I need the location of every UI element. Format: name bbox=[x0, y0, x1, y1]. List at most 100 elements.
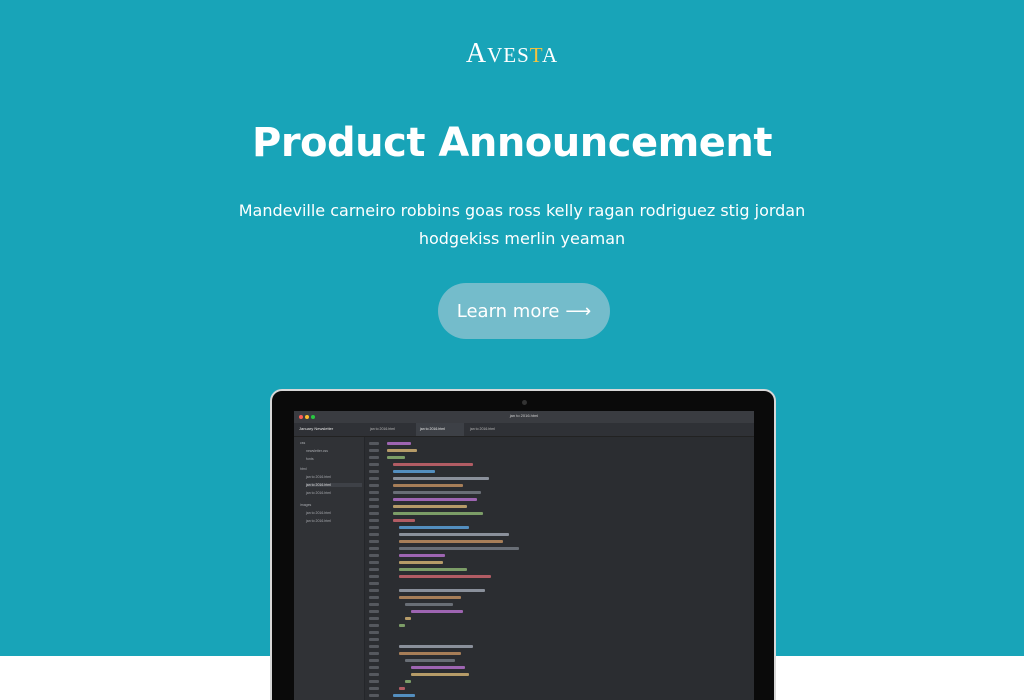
code-line bbox=[399, 540, 503, 543]
code-line bbox=[393, 512, 483, 515]
line-number bbox=[369, 519, 379, 522]
editor-window-title: jan to 2016.html bbox=[509, 413, 539, 418]
logo-accent-letter: T bbox=[529, 43, 542, 67]
line-number bbox=[369, 456, 379, 459]
code-line bbox=[399, 568, 467, 571]
code-line bbox=[393, 505, 467, 508]
line-number bbox=[369, 505, 379, 508]
camera-icon bbox=[522, 400, 527, 405]
code-line bbox=[399, 575, 491, 578]
sidebar-folder[interactable]: css bbox=[300, 441, 305, 445]
sidebar-file[interactable]: jan to 2016.html bbox=[306, 475, 331, 479]
line-number bbox=[369, 694, 379, 697]
code-line bbox=[399, 645, 473, 648]
code-editor[interactable] bbox=[365, 437, 754, 700]
sidebar-folder[interactable]: html bbox=[300, 467, 307, 471]
code-line bbox=[393, 463, 473, 466]
sidebar-file-selected[interactable]: jan to 2016.html bbox=[306, 483, 362, 487]
line-number bbox=[369, 666, 379, 669]
line-number bbox=[369, 582, 379, 585]
code-line bbox=[393, 470, 435, 473]
line-number bbox=[369, 512, 379, 515]
code-line bbox=[405, 603, 453, 606]
line-number bbox=[369, 680, 379, 683]
line-number bbox=[369, 477, 379, 480]
code-line bbox=[405, 617, 411, 620]
code-line bbox=[399, 589, 485, 592]
line-number bbox=[369, 498, 379, 501]
code-line bbox=[387, 449, 417, 452]
line-number bbox=[369, 575, 379, 578]
line-number bbox=[369, 631, 379, 634]
code-line bbox=[393, 484, 463, 487]
code-line bbox=[393, 477, 489, 480]
code-line bbox=[411, 673, 469, 676]
line-number bbox=[369, 547, 379, 550]
line-number bbox=[369, 484, 379, 487]
editor-tabbar: January Newsletter jan to 2016.html jan … bbox=[294, 423, 754, 437]
line-number bbox=[369, 673, 379, 676]
code-line bbox=[405, 680, 411, 683]
arrow-right-icon: ⟶ bbox=[565, 300, 592, 322]
file-sidebar: css newsletter.css fonts html jan to 201… bbox=[294, 437, 365, 700]
line-number bbox=[369, 617, 379, 620]
line-number bbox=[369, 442, 379, 445]
laptop-screen: jan to 2016.html January Newsletter jan … bbox=[294, 411, 754, 700]
editor-tab[interactable]: jan to 2016.html bbox=[366, 423, 414, 436]
logo-initial: A bbox=[465, 38, 488, 69]
line-number bbox=[369, 463, 379, 466]
sidebar-file[interactable]: fonts bbox=[306, 457, 314, 461]
code-line bbox=[399, 533, 509, 536]
hero-subtitle: Mandeville carneiro robbins goas ross ke… bbox=[238, 201, 806, 248]
page-title: Product Announcement bbox=[252, 120, 772, 166]
code-line bbox=[393, 498, 477, 501]
line-number bbox=[369, 533, 379, 536]
code-line bbox=[411, 610, 463, 613]
line-number bbox=[369, 470, 379, 473]
line-number bbox=[369, 624, 379, 627]
line-number bbox=[369, 610, 379, 613]
sidebar-file[interactable]: jan to 2016.html bbox=[306, 519, 331, 523]
line-number bbox=[369, 596, 379, 599]
learn-more-label: Learn more bbox=[456, 300, 560, 322]
line-number bbox=[369, 645, 379, 648]
logo-middle: VES bbox=[487, 43, 530, 67]
code-line bbox=[399, 687, 405, 690]
code-line bbox=[393, 491, 481, 494]
line-number bbox=[369, 526, 379, 529]
code-line bbox=[399, 652, 461, 655]
code-line bbox=[387, 456, 405, 459]
line-number bbox=[369, 561, 379, 564]
code-line bbox=[393, 694, 415, 697]
line-number bbox=[369, 554, 379, 557]
learn-more-button[interactable]: Learn more ⟶ bbox=[438, 283, 610, 339]
line-number bbox=[369, 652, 379, 655]
line-number bbox=[369, 491, 379, 494]
code-line bbox=[405, 659, 455, 662]
editor-titlebar: jan to 2016.html bbox=[294, 411, 754, 423]
code-line bbox=[393, 519, 415, 522]
code-line bbox=[399, 526, 469, 529]
page: AVESTA Product Announcement Mandeville c… bbox=[0, 0, 1024, 700]
line-number bbox=[369, 638, 379, 641]
code-line bbox=[399, 561, 443, 564]
line-number bbox=[369, 540, 379, 543]
line-number bbox=[369, 589, 379, 592]
code-line bbox=[399, 554, 445, 557]
sidebar-file[interactable]: jan to 2016.html bbox=[306, 491, 331, 495]
logo-end: A bbox=[541, 43, 559, 67]
code-line bbox=[399, 624, 405, 627]
line-number bbox=[369, 603, 379, 606]
project-label: January Newsletter bbox=[299, 426, 334, 431]
code-line bbox=[411, 666, 465, 669]
line-number bbox=[369, 659, 379, 662]
sidebar-file[interactable]: newsletter.css bbox=[306, 449, 328, 453]
sidebar-file[interactable]: jan to 2016.html bbox=[306, 511, 331, 515]
sidebar-folder[interactable]: images bbox=[300, 503, 311, 507]
line-number bbox=[369, 687, 379, 690]
editor-tab[interactable]: jan to 2016.html bbox=[466, 423, 514, 436]
code-line bbox=[399, 596, 461, 599]
line-number bbox=[369, 449, 379, 452]
brand-logo[interactable]: AVESTA bbox=[0, 38, 1024, 70]
editor-tab[interactable]: jan to 2016.html bbox=[416, 423, 464, 436]
